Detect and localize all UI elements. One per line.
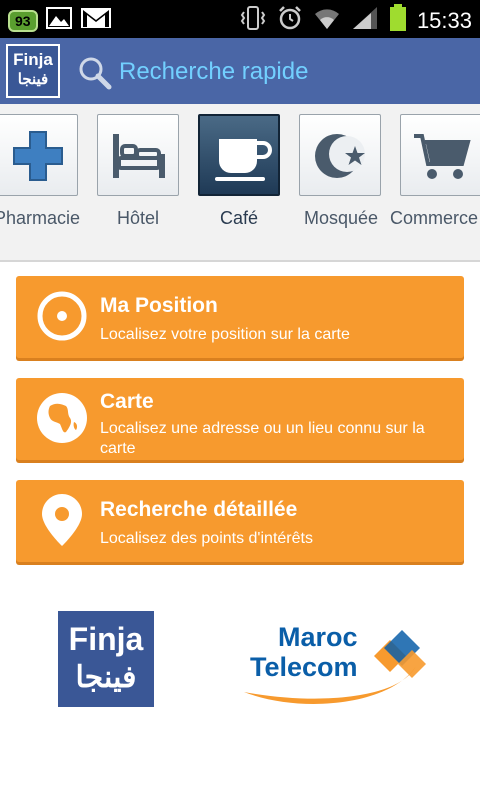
gmail-icon — [80, 7, 112, 34]
globe-icon — [36, 392, 88, 449]
finja-footer-logo: Finja فينجا — [58, 611, 154, 707]
search-icon[interactable] — [78, 56, 112, 95]
card-title: Carte — [100, 390, 154, 413]
partner-line1: Maroc — [278, 622, 358, 652]
category-label: Hôtel — [116, 208, 160, 228]
app-bar: Finja فينجا Recherche rapide — [0, 38, 480, 104]
battery-badge: 93 — [8, 9, 38, 32]
quick-search-input[interactable]: Recherche rapide — [119, 58, 308, 86]
signal-icon — [351, 5, 379, 36]
category-commerce-button[interactable] — [400, 114, 480, 196]
wifi-icon — [313, 5, 341, 36]
target-icon — [36, 290, 88, 347]
card-subtitle: Localisez des points d'intérêts — [100, 530, 313, 547]
card-subtitle: Localisez une adresse ou un lieu connu s… — [100, 420, 425, 457]
partner-line2: Telecom — [250, 652, 358, 682]
category-mosquee-button[interactable] — [299, 114, 381, 196]
alarm-icon — [277, 5, 303, 36]
image-icon — [45, 7, 72, 34]
category-cafe-button[interactable] — [198, 114, 280, 196]
category-label: Mosquée — [303, 208, 379, 228]
recherche-detaillee-button[interactable]: Recherche détaillée Localisez des points… — [16, 480, 464, 562]
card-title: Recherche détaillée — [100, 498, 298, 521]
card-subtitle: Localisez votre position sur la carte — [100, 326, 350, 343]
battery-icon — [389, 4, 407, 37]
finja-logo[interactable]: Finja فينجا — [6, 44, 60, 98]
status-left: 93 — [8, 7, 112, 34]
status-right: 15:33 — [239, 4, 472, 37]
vibrate-icon — [239, 5, 267, 36]
bed-icon — [113, 134, 165, 178]
category-label: Café — [219, 208, 259, 228]
map-pin-icon — [40, 492, 84, 553]
crescent-star-icon — [315, 134, 365, 178]
maroc-telecom-logo: Maroc Telecom — [240, 610, 430, 710]
card-title: Ma Position — [100, 294, 218, 317]
logo-arabic: فينجا — [17, 71, 49, 88]
footer-logo-arabic: فينجا — [75, 661, 137, 694]
status-bar: 93 15:33 — [0, 0, 480, 38]
carte-button[interactable]: Carte Localisez une adresse ou un lieu c… — [16, 378, 464, 460]
category-label: Commerce — [390, 208, 479, 228]
ma-position-button[interactable]: Ma Position Localisez votre position sur… — [16, 276, 464, 358]
category-label: Pharmacie — [0, 208, 81, 228]
category-strip[interactable]: Pharmacie Hôtel Café Mosquée Commerce — [0, 104, 480, 262]
category-pharmacie-button[interactable] — [0, 114, 78, 196]
pharmacy-cross-icon — [13, 131, 63, 181]
clock: 15:33 — [416, 7, 472, 33]
category-hotel-button[interactable] — [97, 114, 179, 196]
coffee-cup-icon — [215, 139, 272, 181]
shopping-cart-icon — [414, 134, 471, 179]
footer-logo-latin: Finja — [68, 621, 144, 657]
logo-latin: Finja — [13, 50, 53, 69]
